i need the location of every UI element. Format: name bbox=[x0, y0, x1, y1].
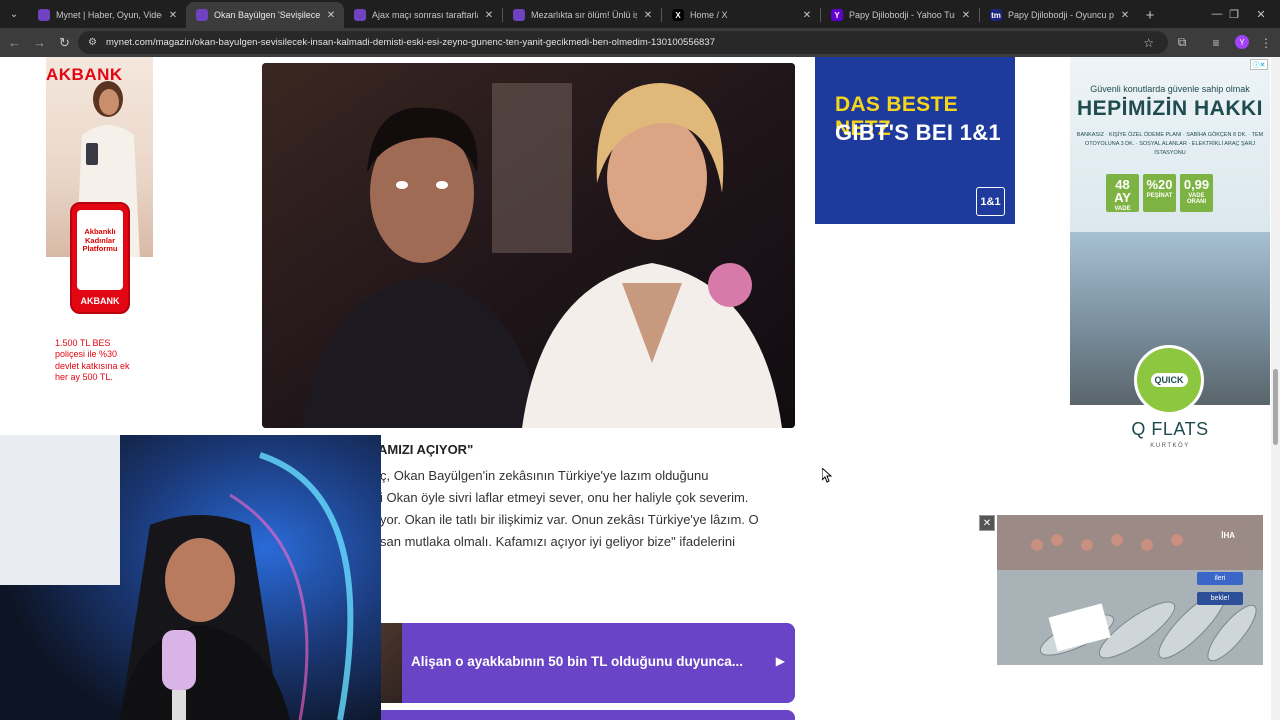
chevron-down-icon: ⌄ bbox=[9, 8, 19, 20]
media-controls-button[interactable]: ≡ bbox=[1204, 28, 1228, 57]
ad-tagline: Güvenli konutlarda güvenle sahip olmak bbox=[1090, 84, 1250, 94]
browser-menu-button[interactable]: ⋮ bbox=[1254, 28, 1278, 57]
page-content: AKBANK ✕ Akbanklı Kadınlar Platformu AKB… bbox=[0, 57, 1280, 720]
adchoices-icon[interactable]: ⓘ✕ bbox=[1250, 59, 1268, 70]
forward-button[interactable]: → bbox=[27, 30, 52, 55]
tab-title: Okan Bayülgen 'Sevişilecek insa bbox=[214, 10, 320, 20]
tab-title: Mezarlıkta sır ölüm! Ünlü iş insa bbox=[531, 10, 637, 20]
ad-line-2: GIBT'S BEI 1&1 bbox=[835, 120, 1001, 145]
one-and-one-logo: 1&1 bbox=[976, 187, 1005, 216]
phone-brand: AKBANK bbox=[80, 296, 120, 306]
playlist-icon: ≡ bbox=[1212, 35, 1220, 50]
couple-photo bbox=[262, 63, 795, 428]
tab-close-icon[interactable]: ✕ bbox=[482, 8, 496, 22]
arrow-left-icon: ← bbox=[8, 35, 21, 50]
ad-features: BANKASIZ · KİŞİYE ÖZEL ÖDEME PLANI · SAB… bbox=[1076, 132, 1264, 156]
ad-badge: 48 AY VADE bbox=[1106, 174, 1139, 212]
article-photo bbox=[262, 63, 795, 428]
arrow-right-icon: → bbox=[33, 35, 46, 50]
browser-tab[interactable]: Mynet | Haber, Oyun, Video, Sp ✕ bbox=[28, 2, 186, 28]
earthquake-seal: QUICK bbox=[1134, 345, 1204, 415]
extensions-button[interactable]: ⧉ bbox=[1170, 28, 1194, 57]
video-next-button[interactable]: ileri bbox=[1197, 572, 1243, 585]
browser-tab[interactable]: Y Papy Djilobodji - Yahoo Turkey ✕ bbox=[821, 2, 979, 28]
browser-tab[interactable]: Ajax maçı sonrası taraftarlar Ok ✕ bbox=[344, 2, 502, 28]
back-button[interactable]: ← bbox=[2, 30, 27, 55]
site-info-icon[interactable]: ⚙ bbox=[88, 37, 97, 48]
browser-tab[interactable]: Okan Bayülgen 'Sevişilecek insa ✕ bbox=[186, 2, 344, 28]
tab-title: Ajax maçı sonrası taraftarlar Ok bbox=[372, 10, 478, 20]
bookmark-star-icon[interactable]: ☆ bbox=[1143, 36, 1154, 50]
play-icon: ▶ bbox=[775, 654, 785, 668]
one-and-one-ad[interactable]: DAS BESTE NETZ GIBT'S BEI 1&1 1&1 bbox=[815, 57, 1015, 224]
ad-badge-value: 48 AY bbox=[1114, 177, 1131, 205]
tab-search-button[interactable]: ⌄ bbox=[0, 0, 28, 28]
video-ad-close-button[interactable]: ✕ bbox=[979, 515, 995, 531]
tab-close-icon[interactable]: ✕ bbox=[959, 8, 973, 22]
tab-favicon-icon bbox=[354, 9, 366, 21]
tab-favicon-icon bbox=[38, 9, 50, 21]
tab-favicon-icon: Y bbox=[831, 9, 843, 21]
mouse-cursor-icon bbox=[822, 468, 832, 483]
tab-favicon-icon bbox=[196, 9, 208, 21]
qflats-logo: Q FLATS bbox=[1131, 419, 1209, 439]
tab-strip: ⌄ Mynet | Haber, Oyun, Video, Sp✕Okan Ba… bbox=[0, 0, 1280, 28]
qflats-location: KURTKÖY bbox=[1150, 443, 1190, 449]
tab-title: Home / X bbox=[690, 10, 728, 20]
puzzle-icon: ⧉ bbox=[1177, 35, 1187, 49]
close-icon: ✕ bbox=[1256, 8, 1266, 21]
url-text: mynet.com/magazin/okan-bayulgen-sevisile… bbox=[105, 37, 716, 48]
tab-close-icon[interactable]: ✕ bbox=[1118, 8, 1132, 22]
close-icon: ✕ bbox=[982, 517, 992, 529]
tab-close-icon[interactable]: ✕ bbox=[324, 8, 338, 22]
browser-tab[interactable]: Mezarlıkta sır ölüm! Ünlü iş insa ✕ bbox=[503, 2, 661, 28]
reload-button[interactable]: ↻ bbox=[52, 30, 77, 55]
tab-favicon-icon: X bbox=[672, 9, 684, 21]
profile-avatar[interactable]: Y bbox=[1235, 35, 1249, 49]
streamer-webcam-image bbox=[0, 435, 381, 720]
tab-close-icon[interactable]: ✕ bbox=[166, 8, 180, 22]
video-wait-label: bekle! bbox=[1197, 592, 1243, 605]
tab-favicon-icon: tm bbox=[990, 9, 1002, 21]
reload-icon: ↻ bbox=[59, 34, 70, 50]
akbank-phone-graphic: Akbanklı Kadınlar Platformu AKBANK bbox=[70, 202, 130, 314]
address-bar[interactable]: ⚙ mynet.com/magazin/okan-bayulgen-sevisi… bbox=[78, 31, 1168, 54]
tab-title: Papy Djilobodji - Yahoo Turkey bbox=[849, 10, 955, 20]
browser-tab[interactable]: tm Papy Djilobodji - Oyuncu profil ✕ bbox=[980, 2, 1138, 28]
page-scrollbar[interactable] bbox=[1271, 57, 1280, 720]
tab-title: Papy Djilobodji - Oyuncu profil bbox=[1008, 10, 1114, 20]
qflats-ad[interactable]: Güvenli konutlarda güvenle sahip olmak H… bbox=[1070, 57, 1270, 457]
browser-toolbar: ← → ↻ ⚙ mynet.com/magazin/okan-bayulgen-… bbox=[0, 28, 1280, 57]
ad-badge-label: VADE bbox=[1114, 206, 1131, 212]
new-tab-button[interactable]: + bbox=[1138, 2, 1162, 28]
seal-label: QUICK bbox=[1150, 373, 1188, 387]
tab-close-icon[interactable]: ✕ bbox=[641, 8, 655, 22]
ad-badge: 0,99 VADE ORANI bbox=[1180, 174, 1213, 212]
ad-badge-value: %20 bbox=[1146, 177, 1173, 192]
scrollbar-thumb[interactable] bbox=[1273, 369, 1278, 445]
iha-watermark: İHA bbox=[1221, 531, 1235, 540]
streamer-webcam-overlay bbox=[0, 435, 381, 720]
more-vertical-icon: ⋮ bbox=[1260, 35, 1272, 50]
ad-badge-label: PEŞİNAT bbox=[1146, 193, 1173, 199]
restore-icon: ❐ bbox=[1229, 8, 1239, 21]
related-article-title: Alişan o ayakkabının 50 bin TL olduğunu … bbox=[411, 654, 744, 669]
ad-badge-label: VADE ORANI bbox=[1186, 193, 1207, 205]
browser-tab[interactable]: X Home / X ✕ bbox=[662, 2, 820, 28]
tab-favicon-icon bbox=[513, 9, 525, 21]
plus-icon: + bbox=[1145, 6, 1155, 24]
video-ad[interactable]: İHA ileri bekle! bbox=[997, 515, 1263, 665]
tab-close-icon[interactable]: ✕ bbox=[800, 8, 814, 22]
ad-badges: 48 AY VADE %20 PEŞİNAT 0,99 VADE ORANI bbox=[1106, 174, 1213, 212]
ad-headline: HEPİMİZİN HAKKI bbox=[1077, 97, 1263, 120]
tab-title: Mynet | Haber, Oyun, Video, Sp bbox=[56, 10, 162, 20]
close-window-button[interactable]: ✕ bbox=[1241, 0, 1280, 28]
phone-screen-text: Akbanklı Kadınlar Platformu bbox=[77, 210, 123, 290]
ad-badge-value: 0,99 bbox=[1183, 177, 1210, 192]
akbank-promo-text: 1.500 TL BES poliçesi ile %30 devlet kat… bbox=[55, 338, 130, 382]
ad-badge: %20 PEŞİNAT bbox=[1143, 174, 1176, 212]
